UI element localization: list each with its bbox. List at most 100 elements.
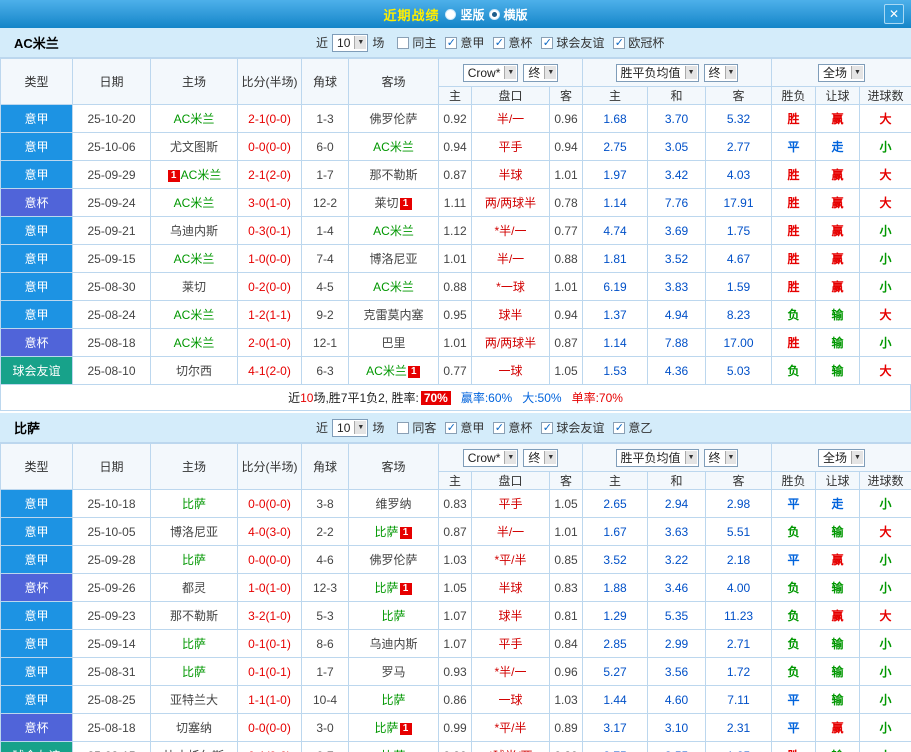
team-name: 比萨	[374, 525, 399, 539]
table-row: 意甲 25-10-05 博洛尼亚 4-0(3-0) 2-2 比萨 1 0.87 半/一 1.01 1…	[0, 517, 911, 546]
cell-result-handicap: 输	[815, 629, 861, 658]
avg-odds-select[interactable]: 胜平负均值	[615, 63, 699, 82]
col-odds-away: 客	[549, 86, 583, 105]
checkbox-checked-icon[interactable]	[493, 36, 506, 49]
cell-date: 25-09-28	[72, 545, 151, 574]
cell-result-handicap: 赢	[815, 244, 861, 273]
filter-checkbox-item: 同客	[397, 419, 436, 436]
cell-league: 意甲	[0, 685, 73, 714]
avg-final-select[interactable]: 终	[703, 448, 739, 467]
table-row: 意甲 25-08-30 莱切 0-2(0-0) 4-5 AC米兰 0.88 *一球 1.01 6.…	[0, 272, 911, 301]
cell-corners: 6-0	[301, 132, 349, 161]
select-value: 全场	[823, 66, 848, 80]
filter-checkbox-group: 同客 意甲 意杯 球会友谊 意乙	[388, 419, 652, 436]
cell-handicap: *一球	[471, 272, 550, 301]
cell-result-handicap: 赢	[815, 272, 861, 301]
cell-home-team: 比萨	[150, 545, 238, 574]
checkbox-checked-icon[interactable]	[613, 421, 626, 434]
cell-result-handicap: 走	[815, 489, 861, 518]
scope-select[interactable]: 全场	[818, 448, 865, 467]
cell-corners: 6-7	[301, 741, 349, 752]
cell-avg-draw: 3.63	[647, 517, 706, 546]
cell-date: 25-10-18	[72, 489, 151, 518]
col-result-handicap: 让球	[815, 471, 861, 490]
red-card-badge: 1	[399, 583, 412, 595]
cell-avg-home: 1.44	[582, 685, 648, 714]
scope-group-header: 全场	[771, 443, 911, 472]
cell-score: 0-0(0-0)	[237, 132, 302, 161]
cell-odds-home: 0.99	[438, 713, 472, 742]
cell-result-goals: 大	[859, 356, 911, 385]
table-row: 意杯 25-08-18 切塞纳 0-0(0-0) 3-0 比萨 1 0.99 *平/半 0.89 3…	[0, 713, 911, 742]
avg-final-select[interactable]: 终	[703, 63, 739, 82]
select-value: 全场	[823, 451, 848, 465]
cell-odds-away: 0.78	[549, 188, 583, 217]
red-card-badge: 1	[399, 723, 412, 735]
cell-odds-away: 0.94	[549, 132, 583, 161]
matches-table: 类型 日期 主场 比分(半场) 角球 客场 Crow* 终 胜平负均值 终	[0, 58, 911, 385]
summary-text: 场,胜7平1负2, 胜率:	[313, 391, 419, 405]
section-pisa: 比萨 近 10 场 同客意甲意杯球会友谊意乙 类型 日期 主场 比分(半场) 角…	[0, 413, 911, 752]
close-icon[interactable]: ✕	[884, 4, 904, 24]
cell-odds-away: 0.83	[549, 573, 583, 602]
cell-avg-home: 1.14	[582, 328, 648, 357]
checkbox-unchecked-icon[interactable]	[397, 421, 410, 434]
cell-score: 2-1(0-0)	[237, 104, 302, 133]
radio-horizontal-layout[interactable]	[488, 8, 500, 20]
cell-result-handicap: 输	[815, 741, 861, 752]
checkbox-checked-icon[interactable]	[541, 421, 554, 434]
cell-date: 25-10-06	[72, 132, 151, 161]
team-name: 那不勒斯	[369, 168, 418, 182]
cell-odds-away: 1.05	[549, 356, 583, 385]
cell-result-handicap: 输	[815, 685, 861, 714]
team-name: AC米兰	[373, 224, 414, 238]
checkbox-unchecked-icon[interactable]	[397, 36, 410, 49]
filter-checkbox-item: 意杯	[493, 34, 532, 51]
cell-handicap: 球半	[471, 300, 550, 329]
checkbox-checked-icon[interactable]	[445, 421, 458, 434]
table-row: 球会友谊25-08-15比士托尔斯0-1(0-0)6-7比萨0.90*球半/两0…	[0, 741, 911, 752]
select-value: 10	[337, 35, 351, 50]
cell-odds-home: 0.87	[438, 517, 472, 546]
cell-result-goals: 大	[859, 104, 911, 133]
single-rate: 单率:70%	[571, 391, 623, 405]
match-count-select[interactable]: 10	[332, 418, 369, 437]
avg-odds-select[interactable]: 胜平负均值	[615, 448, 699, 467]
cell-result-goals: 小	[859, 328, 911, 357]
cell-away-team: 巴里	[348, 328, 439, 357]
cell-score: 0-3(0-1)	[237, 216, 302, 245]
select-value: 终	[708, 66, 721, 80]
checkbox-label: 意乙	[628, 421, 653, 435]
odds-source-select[interactable]: Crow*	[462, 63, 519, 82]
col-header-score: 比分(半场)	[237, 443, 302, 490]
cell-result-goals: 小	[859, 216, 911, 245]
odds-final-select[interactable]: 终	[523, 448, 559, 467]
cell-odds-away: 0.94	[549, 300, 583, 329]
cell-result-outcome: 平	[771, 545, 817, 574]
radio-vertical-layout[interactable]	[445, 8, 457, 20]
odds-final-select[interactable]: 终	[523, 63, 559, 82]
cell-score: 0-2(0-0)	[237, 272, 302, 301]
cell-odds-home: 1.05	[438, 573, 472, 602]
cell-avg-home: 3.17	[582, 713, 648, 742]
checkbox-checked-icon[interactable]	[493, 421, 506, 434]
cell-avg-away: 4.00	[704, 573, 773, 602]
checkbox-checked-icon[interactable]	[541, 36, 554, 49]
cell-league: 意甲	[0, 272, 73, 301]
cell-corners: 1-4	[301, 216, 349, 245]
scope-select[interactable]: 全场	[818, 63, 865, 82]
matches-table: 类型 日期 主场 比分(半场) 角球 客场 Crow* 终 胜平负均值 终	[0, 443, 911, 752]
odds-source-select[interactable]: Crow*	[462, 448, 519, 467]
cell-odds-away: 0.77	[549, 216, 583, 245]
cell-result-goals: 小	[859, 713, 911, 742]
checkbox-checked-icon[interactable]	[445, 36, 458, 49]
cell-score: 0-1(0-1)	[237, 629, 302, 658]
cell-handicap: 一球	[471, 356, 550, 385]
col-avg-away: 客	[704, 86, 773, 105]
cell-odds-home: 1.03	[438, 545, 472, 574]
match-count-select[interactable]: 10	[332, 33, 369, 52]
col-odds-home: 主	[438, 471, 472, 490]
cell-avg-home: 1.29	[582, 601, 648, 630]
titlebar: 近期战绩 竖版 横版 ✕	[0, 0, 911, 28]
checkbox-checked-icon[interactable]	[613, 36, 626, 49]
